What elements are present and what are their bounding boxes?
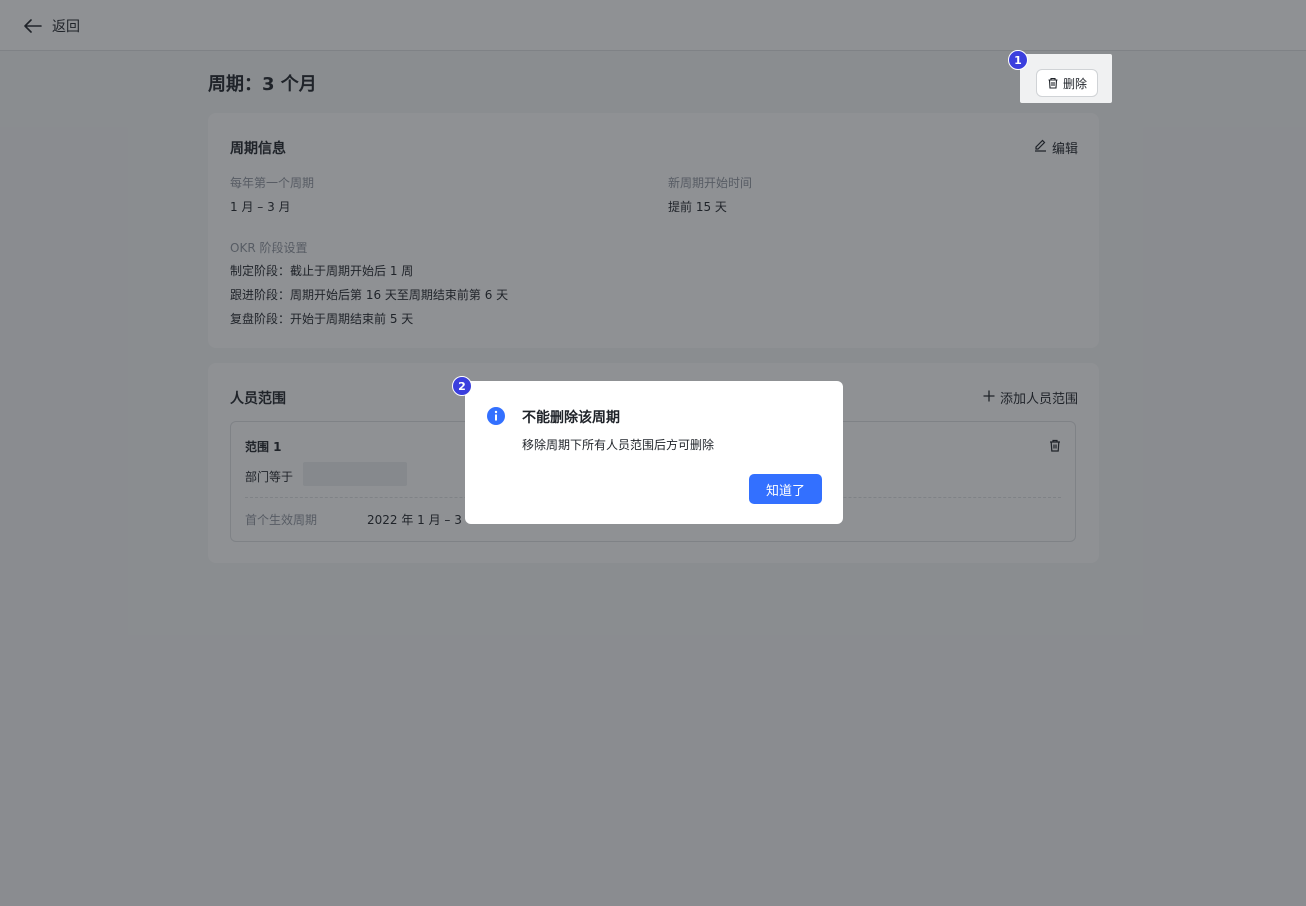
dialog-message: 移除周期下所有人员范围后方可删除 [522, 438, 715, 452]
info-icon [486, 406, 506, 430]
got-it-button[interactable]: 知道了 [749, 474, 822, 504]
trash-icon [1047, 77, 1059, 89]
delete-button-focused[interactable]: 删除 [1036, 69, 1098, 97]
cannot-delete-dialog: 不能删除该周期 移除周期下所有人员范围后方可删除 知道了 [465, 381, 843, 524]
dialog-title: 不能删除该周期 [522, 410, 620, 426]
delete-label: 删除 [1062, 76, 1087, 91]
annotation-badge-2: 2 [452, 376, 472, 396]
annotation-badge-1: 1 [1008, 50, 1028, 70]
